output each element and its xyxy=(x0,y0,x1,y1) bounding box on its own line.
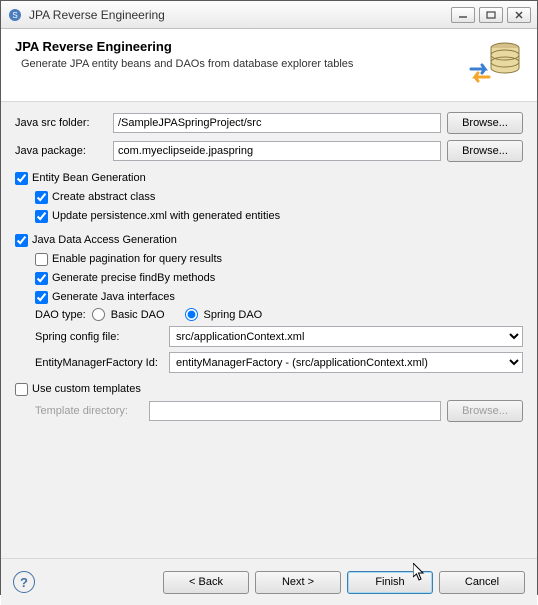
package-label: Java package: xyxy=(15,145,107,157)
next-button[interactable]: Next > xyxy=(255,571,341,594)
dao-type-label: DAO type: xyxy=(35,309,86,321)
spring-config-label: Spring config file: xyxy=(35,331,163,343)
pagination-checkbox[interactable] xyxy=(35,253,48,266)
back-button[interactable]: < Back xyxy=(163,571,249,594)
minimize-button[interactable] xyxy=(451,7,475,23)
spring-config-select[interactable]: src/applicationContext.xml xyxy=(169,326,523,347)
abstract-class-checkbox[interactable] xyxy=(35,191,48,204)
finish-button[interactable]: Finish xyxy=(347,571,433,594)
spring-dao-radio[interactable] xyxy=(185,308,198,321)
browse-template-button: Browse... xyxy=(447,400,523,422)
svg-text:S: S xyxy=(12,11,17,20)
emf-id-label: EntityManagerFactory Id: xyxy=(35,357,163,369)
pagination-label: Enable pagination for query results xyxy=(52,251,222,267)
app-icon: S xyxy=(7,7,23,23)
entity-bean-gen-label: Entity Bean Generation xyxy=(32,170,146,186)
basic-dao-radio[interactable] xyxy=(92,308,105,321)
page-title: JPA Reverse Engineering xyxy=(15,39,467,54)
java-data-access-checkbox[interactable] xyxy=(15,234,28,247)
page-subtitle: Generate JPA entity beans and DAOs from … xyxy=(21,58,467,70)
findby-label: Generate precise findBy methods xyxy=(52,270,215,286)
spring-dao-label: Spring DAO xyxy=(204,309,263,321)
template-dir-input xyxy=(149,401,441,421)
maximize-button[interactable] xyxy=(479,7,503,23)
wizard-header: JPA Reverse Engineering Generate JPA ent… xyxy=(1,29,537,102)
content-area: Java src folder: Browse... Java package:… xyxy=(1,102,537,558)
interfaces-label: Generate Java interfaces xyxy=(52,289,175,305)
abstract-class-label: Create abstract class xyxy=(52,189,155,205)
cancel-button[interactable]: Cancel xyxy=(439,571,525,594)
interfaces-checkbox[interactable] xyxy=(35,291,48,304)
titlebar: S JPA Reverse Engineering xyxy=(1,1,537,29)
template-dir-label: Template directory: xyxy=(35,405,143,417)
window-title: JPA Reverse Engineering xyxy=(29,8,447,22)
help-icon[interactable]: ? xyxy=(13,571,35,593)
close-button[interactable] xyxy=(507,7,531,23)
browse-pkg-button[interactable]: Browse... xyxy=(447,140,523,162)
basic-dao-label: Basic DAO xyxy=(111,309,165,321)
use-templates-checkbox[interactable] xyxy=(15,383,28,396)
update-persistence-label: Update persistence.xml with generated en… xyxy=(52,208,280,224)
use-templates-label: Use custom templates xyxy=(32,381,141,397)
package-input[interactable] xyxy=(113,141,441,161)
emf-id-select[interactable]: entityManagerFactory - (src/applicationC… xyxy=(169,352,523,373)
database-icon xyxy=(467,39,523,83)
src-folder-label: Java src folder: xyxy=(15,117,107,129)
browse-src-button[interactable]: Browse... xyxy=(447,112,523,134)
src-folder-input[interactable] xyxy=(113,113,441,133)
update-persistence-checkbox[interactable] xyxy=(35,210,48,223)
entity-bean-gen-checkbox[interactable] xyxy=(15,172,28,185)
button-bar: ? < Back Next > Finish Cancel xyxy=(1,558,537,605)
findby-checkbox[interactable] xyxy=(35,272,48,285)
java-data-access-label: Java Data Access Generation xyxy=(32,232,177,248)
